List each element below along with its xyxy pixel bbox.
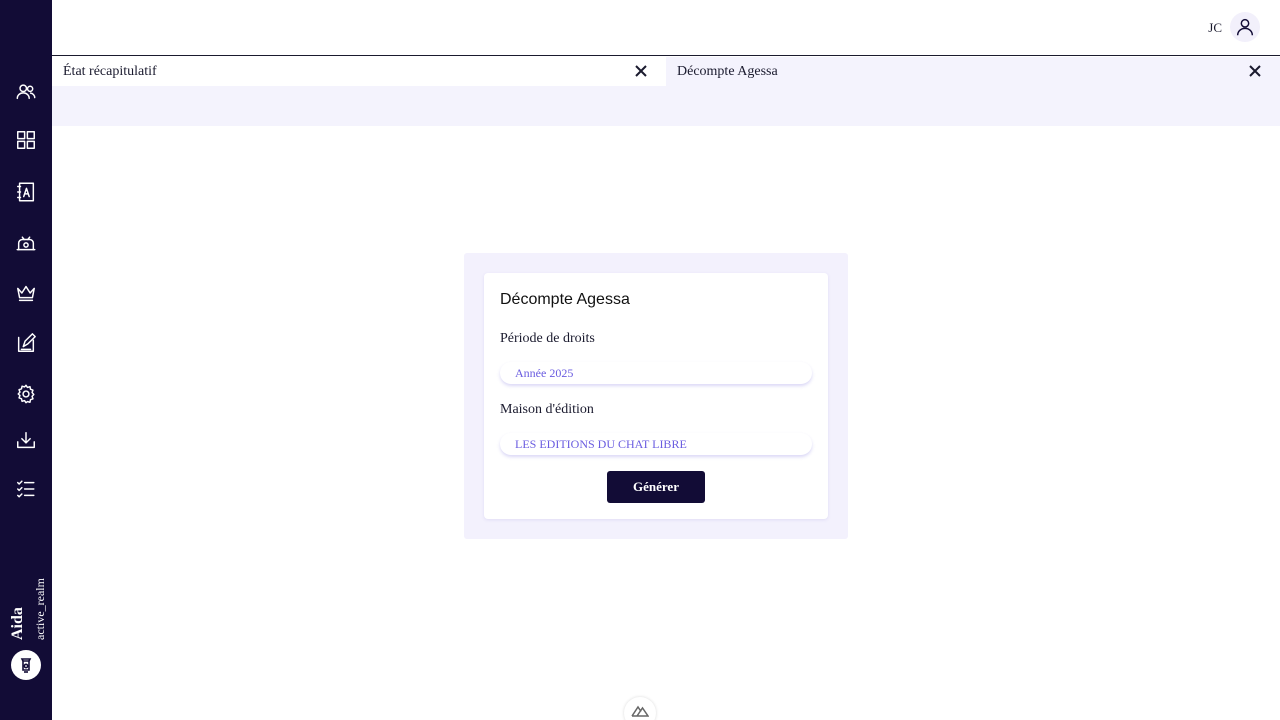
tab-label: État récapitulatif	[63, 63, 157, 79]
period-label: Période de droits	[500, 331, 595, 346]
mountain-logo-icon[interactable]	[624, 697, 656, 720]
contacts-book-icon[interactable]	[14, 180, 38, 204]
users-icon[interactable]	[14, 80, 38, 104]
form-panel: Décompte Agessa Période de droits Année …	[464, 253, 848, 539]
form-title: Décompte Agessa	[500, 291, 630, 308]
settings-gear-icon[interactable]	[14, 382, 38, 406]
download-icon[interactable]	[14, 429, 38, 453]
crown-icon[interactable]	[14, 281, 38, 305]
brand-logo-icon[interactable]	[11, 650, 41, 680]
publisher-select[interactable]: LES EDITIONS DU CHAT LIBRE	[500, 433, 812, 455]
user-initials: JC	[1208, 20, 1222, 35]
tab-decompte-agessa[interactable]: Décompte Agessa	[666, 57, 1280, 86]
contract-edit-icon[interactable]	[14, 331, 38, 355]
payment-icon[interactable]	[14, 233, 38, 257]
realm-name: active_realm	[33, 578, 47, 640]
generate-button[interactable]: Générer	[607, 471, 705, 503]
period-select[interactable]: Année 2025	[500, 362, 812, 384]
tab-label: Décompte Agessa	[677, 63, 778, 79]
close-icon[interactable]	[1248, 64, 1262, 78]
sidebar: Aida active_realm	[0, 0, 52, 720]
close-icon[interactable]	[634, 64, 648, 78]
publisher-label: Maison d'édition	[500, 402, 594, 417]
user-account-icon[interactable]	[1230, 12, 1260, 42]
tab-bar: État récapitulatif Décompte Agessa	[52, 57, 1280, 126]
dashboard-grid-icon[interactable]	[14, 128, 38, 152]
form-card: Décompte Agessa Période de droits Année …	[484, 273, 828, 519]
brand-name: Aida	[9, 607, 26, 640]
checklist-icon[interactable]	[14, 477, 38, 501]
tab-etat-recapitulatif[interactable]: État récapitulatif	[52, 57, 666, 86]
top-header: JC	[52, 0, 1280, 56]
